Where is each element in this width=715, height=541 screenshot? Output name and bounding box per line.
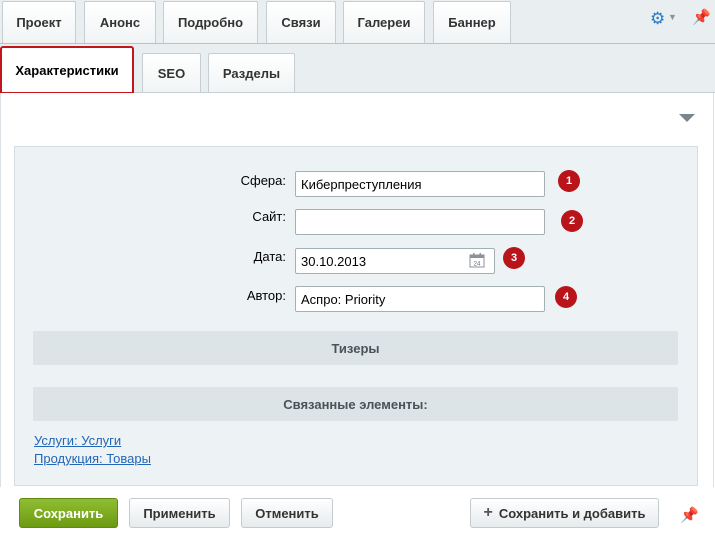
secondary-tab-bar: Характеристики SEO Разделы: [0, 44, 715, 94]
related-link-services[interactable]: Услуги: Услуги: [34, 433, 121, 448]
site-field[interactable]: [295, 209, 545, 235]
tab-announce[interactable]: Анонс: [84, 1, 156, 43]
tab-sections[interactable]: Разделы: [208, 53, 295, 92]
tab-project[interactable]: Проект: [2, 1, 76, 43]
pin-icon-bottom[interactable]: 📌: [680, 506, 699, 524]
date-field[interactable]: 30.10.2013: [295, 248, 495, 274]
sphere-label: Сфера:: [240, 173, 286, 188]
site-label: Сайт:: [252, 209, 286, 224]
author-label: Автор:: [246, 288, 286, 303]
chevron-down-icon[interactable]: ▼: [668, 12, 677, 22]
tab-links[interactable]: Связи: [266, 1, 336, 43]
apply-button[interactable]: Применить: [129, 498, 230, 528]
collapse-toggle-icon[interactable]: [679, 114, 695, 122]
tab-details[interactable]: Подробно: [163, 1, 258, 43]
tab-seo[interactable]: SEO: [142, 53, 201, 92]
marker-badge-4: 4: [555, 286, 577, 308]
calendar-icon[interactable]: 24: [469, 252, 485, 268]
tab-characteristics[interactable]: Характеристики: [0, 46, 134, 94]
marker-badge-1: 1: [558, 170, 580, 192]
marker-badge-2: 2: [561, 210, 583, 232]
marker-badge-3: 3: [503, 247, 525, 269]
section-header-related: Связанные элементы:: [33, 387, 678, 421]
date-label: Дата:: [253, 249, 286, 264]
cancel-button[interactable]: Отменить: [241, 498, 333, 528]
sphere-field[interactable]: Киберпреступления: [295, 171, 545, 197]
pin-icon[interactable]: 📌: [692, 8, 711, 26]
plus-icon: +: [483, 504, 493, 521]
svg-text:24: 24: [474, 262, 481, 268]
related-link-products[interactable]: Продукция: Товары: [34, 451, 151, 466]
save-and-add-button[interactable]: + Сохранить и добавить: [470, 498, 659, 528]
tab-galleries[interactable]: Галереи: [343, 1, 425, 43]
save-and-add-label: Сохранить и добавить: [498, 505, 646, 521]
section-header-teasers: Тизеры: [33, 331, 678, 365]
top-tab-bar: Проект Анонс Подробно Связи Галереи Банн…: [0, 0, 715, 44]
save-button[interactable]: Сохранить: [19, 498, 118, 528]
tab-banner[interactable]: Баннер: [433, 1, 511, 43]
author-field[interactable]: Аспро: Priority: [295, 286, 545, 312]
